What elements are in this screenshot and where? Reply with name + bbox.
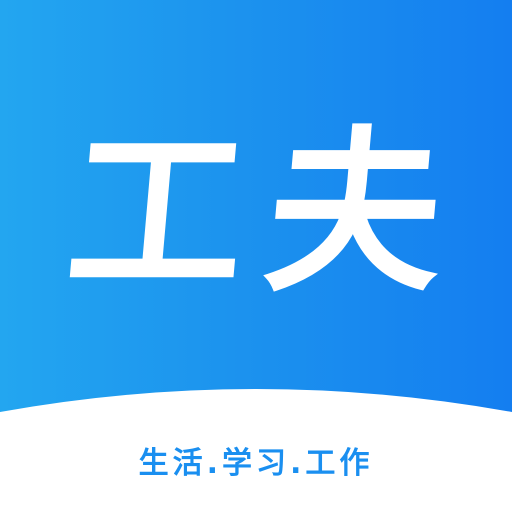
- app-title: 工夫: [59, 109, 475, 316]
- app-icon: 工夫 生活.学习.工作: [0, 0, 512, 512]
- app-tagline: 生活.学习.工作: [138, 446, 374, 481]
